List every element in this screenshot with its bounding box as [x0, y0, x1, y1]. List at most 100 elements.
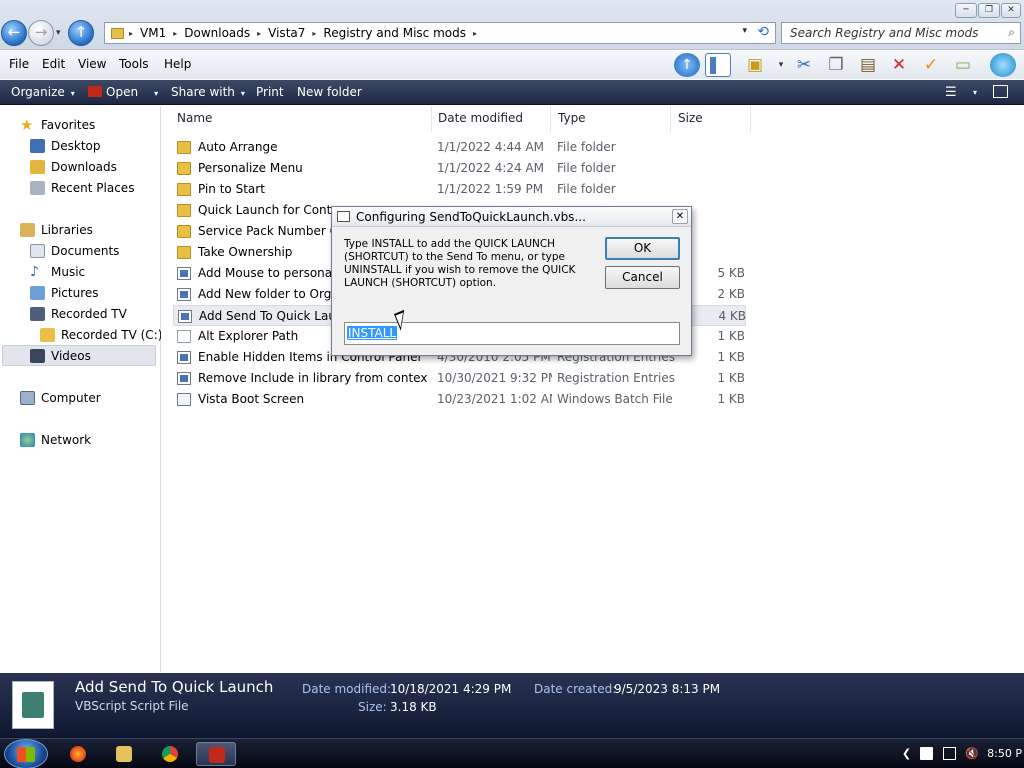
up-level-icon[interactable]: ↑	[674, 53, 700, 77]
up-button[interactable]: ↑	[68, 20, 94, 46]
nav-libraries[interactable]: Libraries	[20, 220, 93, 240]
breadcrumb-vista7[interactable]: Vista7	[262, 26, 311, 40]
navigation-pane: ★ Favorites Desktop Downloads Recent Plac…	[0, 106, 162, 672]
maximize-button[interactable]: ❐	[978, 3, 1000, 18]
organize-button[interactable]: Organize ▾	[11, 85, 75, 99]
folder-icon	[177, 141, 191, 154]
column-header-type[interactable]: Type	[558, 111, 586, 125]
preview-toggle-icon[interactable]	[993, 85, 1008, 98]
file-row[interactable]: Remove Include in library from context .…	[173, 368, 746, 389]
file-row[interactable]: Auto Arrange 1/1/2022 4:44 AM File folder	[173, 137, 746, 158]
print-button[interactable]: Print	[256, 85, 284, 99]
rename-icon[interactable]: ▭	[950, 53, 976, 77]
folder-icon	[177, 183, 191, 196]
taskbar-explorer[interactable]	[104, 742, 144, 766]
cancel-button[interactable]: Cancel	[605, 266, 680, 289]
chevron-down-icon[interactable]: ▾	[154, 89, 158, 98]
nav-pictures[interactable]: Pictures	[30, 283, 99, 303]
copy-icon[interactable]: ❐	[823, 53, 849, 77]
start-button[interactable]	[4, 739, 48, 768]
menu-file[interactable]: File	[9, 57, 29, 71]
paste-icon[interactable]: ▤	[855, 53, 881, 77]
column-divider[interactable]	[670, 106, 671, 132]
refresh-icon[interactable]: ⟲	[757, 24, 769, 40]
address-dropdown-icon[interactable]: ▾	[742, 26, 747, 36]
nav-computer[interactable]: Computer	[20, 388, 101, 408]
menu-tools[interactable]: Tools	[119, 57, 149, 71]
file-row[interactable]: Vista Boot Screen 10/23/2021 1:02 AM Windo…	[173, 389, 746, 410]
taskbar-firefox[interactable]	[58, 742, 98, 766]
search-input[interactable]: Search Registry and Misc mods ⌕	[781, 22, 1021, 44]
breadcrumb-separator-icon[interactable]: ▸	[472, 29, 478, 38]
taskbar-script-host[interactable]	[196, 742, 236, 766]
file-type: File folder	[557, 182, 616, 196]
column-divider[interactable]	[750, 106, 751, 132]
nav-videos[interactable]: Videos	[30, 346, 91, 366]
minimize-button[interactable]: ─	[955, 3, 977, 18]
action-center-icon[interactable]	[920, 747, 933, 760]
globe-icon[interactable]	[990, 53, 1016, 77]
ok-button[interactable]: OK	[605, 237, 680, 260]
file-date: 1/1/2022 4:44 AM	[437, 140, 545, 154]
history-dropdown-icon[interactable]: ▾	[56, 28, 61, 38]
breadcrumb-registry-and-misc-mods[interactable]: Registry and Misc mods	[317, 26, 472, 40]
column-divider[interactable]	[431, 106, 432, 132]
clock[interactable]: 8:50 P	[987, 747, 1022, 760]
delete-icon[interactable]: ✕	[886, 53, 912, 77]
share-with-button[interactable]: Share with ▾	[171, 85, 245, 99]
nav-desktop[interactable]: Desktop	[30, 136, 101, 156]
new-folder-button[interactable]: New folder	[297, 85, 362, 99]
menu-view[interactable]: View	[78, 57, 106, 71]
view-options-icon[interactable]: ☰	[945, 85, 957, 100]
install-input[interactable]: INSTALL	[344, 322, 680, 345]
nav-downloads[interactable]: Downloads	[30, 157, 117, 177]
nav-documents[interactable]: Documents	[30, 241, 119, 261]
star-icon: ★	[20, 116, 34, 134]
nav-downloads-label: Downloads	[51, 160, 117, 174]
nav-music[interactable]: ♪ Music	[30, 262, 85, 282]
cut-icon[interactable]: ✂	[791, 53, 817, 77]
column-header-size[interactable]: Size	[678, 111, 703, 125]
menu-help[interactable]: Help	[164, 57, 191, 71]
file-row[interactable]: Personalize Menu 1/1/2022 4:24 AM File fol…	[173, 158, 746, 179]
forward-button[interactable]: →	[28, 20, 54, 46]
file-date: 1/1/2022 4:24 AM	[437, 161, 545, 175]
back-button[interactable]: ←	[1, 20, 27, 46]
volume-muted-icon[interactable]: 🔇	[965, 747, 979, 760]
nav-recent-places[interactable]: Recent Places	[30, 178, 134, 198]
dialog-close-button[interactable]: ✕	[672, 209, 688, 224]
dialog-title-bar[interactable]: Configuring SendToQuickLaunch.vbs... ✕	[332, 207, 691, 227]
nav-recorded-tv[interactable]: Recorded TV	[30, 304, 127, 324]
folder-icon	[177, 246, 191, 259]
details-pane: Add Send To Quick Launch VBScript Script…	[0, 673, 1024, 738]
nav-recorded-tv-c[interactable]: Recorded TV (C:)	[40, 325, 162, 345]
nav-music-label: Music	[51, 265, 86, 279]
view-dropdown-icon[interactable]: ▾	[973, 88, 977, 97]
organize-label: Organize	[11, 85, 65, 99]
search-icon[interactable]: ⌕	[1008, 25, 1015, 40]
folder-icon	[40, 328, 55, 342]
checkmark-icon[interactable]: ✓	[918, 53, 944, 77]
address-bar[interactable]: ▸ VM1 ▸ Downloads ▸ Vista7 ▸ Registry an…	[104, 22, 776, 44]
column-divider[interactable]	[550, 106, 551, 132]
show-hidden-icons-icon[interactable]: ❮	[900, 747, 913, 760]
open-button[interactable]: Open ▾	[88, 85, 158, 99]
nav-network[interactable]: Network	[20, 430, 91, 450]
dialog-prompt: Type INSTALL to add the QUICK LAUNCH (SH…	[344, 238, 576, 289]
firefox-icon	[70, 746, 86, 762]
preview-pane-icon[interactable]	[705, 53, 731, 77]
detail-file-name: Add Send To Quick Launch	[75, 678, 274, 696]
breadcrumb-downloads[interactable]: Downloads	[178, 26, 256, 40]
taskbar-chrome[interactable]	[150, 742, 190, 766]
network-status-icon[interactable]	[943, 747, 956, 760]
folder-icon	[177, 162, 191, 175]
column-header-date[interactable]: Date modified	[438, 111, 523, 125]
nav-favorites[interactable]: ★ Favorites	[20, 115, 95, 135]
menu-edit[interactable]: Edit	[42, 57, 65, 71]
close-window-button[interactable]: ✕	[1001, 3, 1021, 18]
folder-options-icon[interactable]: ▣	[742, 53, 768, 77]
input-selected-text: INSTALL	[347, 326, 398, 340]
column-header-name[interactable]: Name	[177, 111, 212, 125]
breadcrumb-vm1[interactable]: VM1	[134, 26, 172, 40]
file-row[interactable]: Pin to Start 1/1/2022 1:59 PM File folder	[173, 179, 746, 200]
